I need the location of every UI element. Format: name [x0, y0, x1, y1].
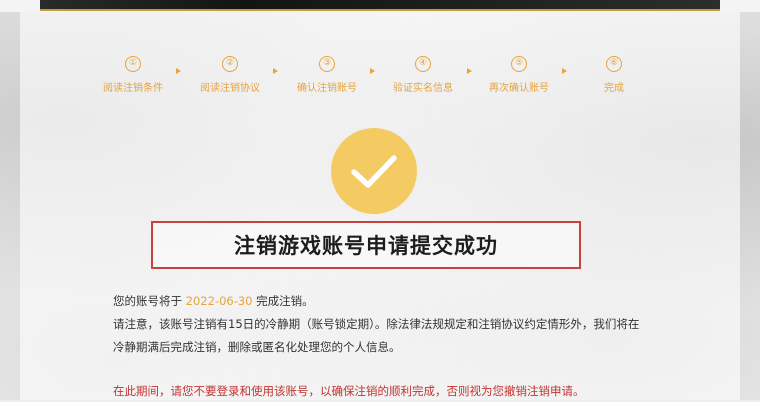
step-3: ③ 确认注销账号 [277, 56, 377, 94]
date-suffix: 完成注销。 [256, 294, 314, 308]
step-number: ④ [415, 56, 431, 72]
result-title: 注销游戏账号申请提交成功 [234, 234, 498, 258]
cooling-period-notice: 请注意，该账号注销有15日的冷静期（账号锁定期）。除法律法规规定和注销协议约定情… [113, 317, 640, 331]
result-title-box: 注销游戏账号申请提交成功 [151, 221, 581, 269]
completion-date: 2022-06-30 [185, 294, 253, 308]
warning-notice: 在此期间，请您不要登录和使用该账号，以确保注销的顺利完成，否则视为您撤销注销申请… [113, 384, 585, 398]
step-label: 再次确认账号 [489, 83, 549, 94]
step-5: ⑤ 再次确认账号 [469, 56, 569, 94]
completion-date-line: 您的账号将于 2022-06-30 完成注销。 [113, 290, 673, 312]
step-number: ⑥ [606, 56, 622, 72]
step-label: 阅读注销协议 [200, 83, 260, 94]
step-label: 阅读注销条件 [103, 83, 163, 94]
checkmark-icon [331, 128, 417, 214]
date-prefix: 您的账号将于 [113, 294, 182, 308]
step-number: ① [125, 56, 141, 72]
step-label: 验证实名信息 [393, 83, 453, 94]
step-number: ② [222, 56, 238, 72]
top-banner [0, 0, 760, 12]
step-number: ⑤ [511, 56, 527, 72]
step-number: ③ [319, 56, 335, 72]
step-label: 完成 [604, 83, 624, 94]
step-4: ④ 验证实名信息 [373, 56, 473, 94]
progress-steps: ① 阅读注销条件 ② 阅读注销协议 ③ 确认注销账号 ④ 验证实名信息 ⑤ 再次… [0, 56, 760, 96]
step-label: 确认注销账号 [297, 83, 357, 94]
step-2: ② 阅读注销协议 [180, 56, 280, 94]
step-1: ① 阅读注销条件 [83, 56, 183, 94]
banner-image [40, 0, 720, 11]
step-6: ⑥ 完成 [564, 56, 664, 94]
cooling-period-notice-cont: 冷静期满后完成注销，删除或匿名化处理您的个人信息。 [113, 340, 401, 354]
